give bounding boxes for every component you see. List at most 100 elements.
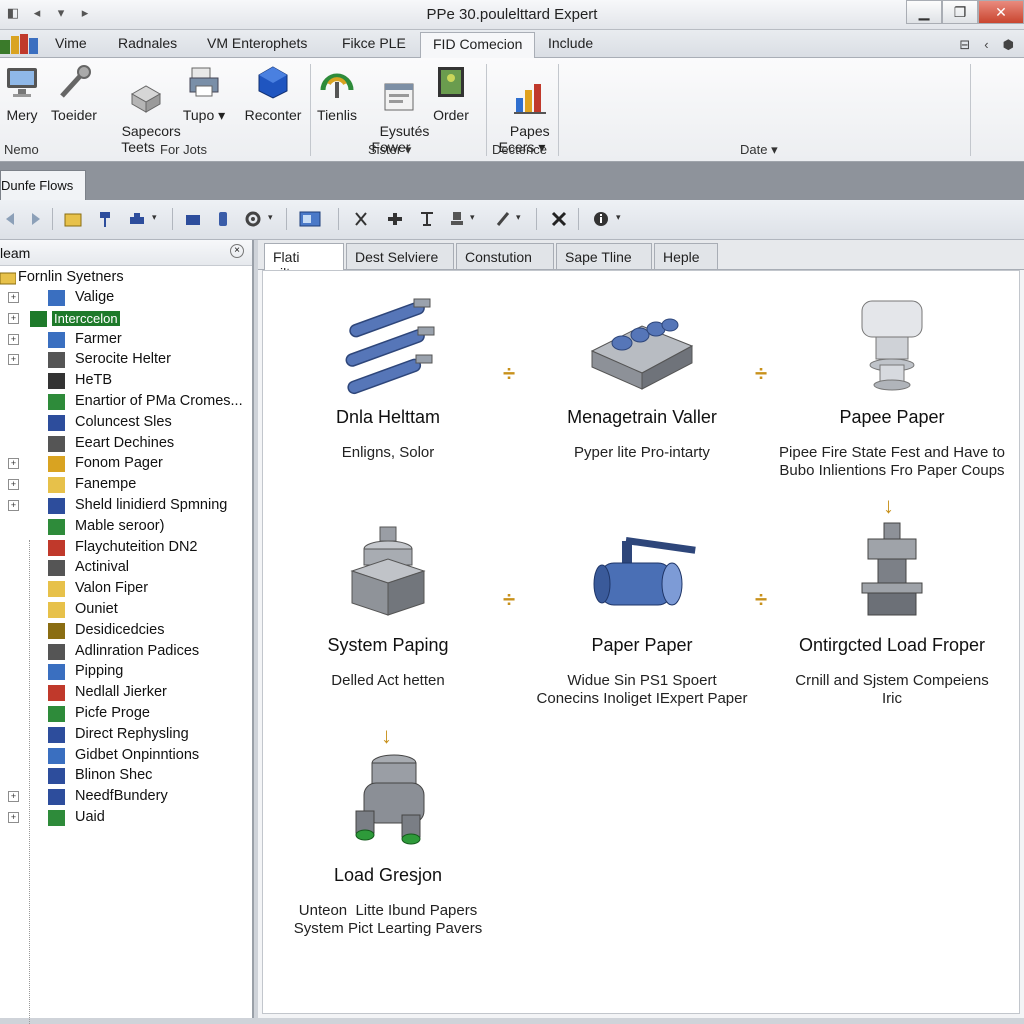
ribbon-button-toeider[interactable]: Toeider [45,64,103,123]
expand-icon[interactable]: + [8,791,19,803]
tree-item[interactable]: + Uaid [0,808,254,828]
ribbon-button-tienlis[interactable]: Tienlis [312,64,362,123]
gear-icon[interactable] [244,210,262,228]
tab-dest-selviere[interactable]: Dest Selviere [346,243,454,270]
component-card[interactable]: Paper Paper Widue Sin PS1 Spoert Conecin… [517,519,767,708]
tree-item[interactable]: Coluncest Sles [0,413,254,433]
fitting-icon [355,754,425,845]
tree-item[interactable]: Adlinration Padices [0,642,254,662]
expand-icon[interactable]: + [8,479,19,491]
ribbon-tab-fid-comecion[interactable]: FID Comecion [420,32,536,59]
motor-icon [350,526,426,616]
tree-item[interactable]: + Fonom Pager [0,454,254,474]
dropdown-icon[interactable]: ▾ [616,212,621,223]
tab-sape-tline[interactable]: Sape Tline [556,243,652,270]
component-card[interactable]: Dnla Helttam Enligns, Solor [263,291,513,462]
component-card[interactable]: Ontirgcted Load Froper Crnill and Sjstem… [767,519,1017,708]
ribbon-separator [970,64,971,156]
tree-item[interactable]: Nedlall Jierker [0,683,254,703]
component-card[interactable]: Load Gresjon Unteon Litte Ibund Papers S… [263,749,513,938]
expand-icon[interactable]: + [8,312,19,324]
cut-icon[interactable] [386,210,404,228]
expand-icon[interactable]: + [8,333,19,345]
ribbon-expand-icon[interactable]: ‹ [984,37,988,53]
dropdown-icon[interactable]: ▾ [516,212,521,223]
tree-item[interactable]: Valon Fiper [0,579,254,599]
app-menu-icon[interactable] [0,32,40,56]
tree-item[interactable]: + NeedfBundery [0,787,254,807]
expand-icon[interactable]: + [8,500,19,511]
ribbon-button-tupo[interactable]: Tupo ▾ [176,64,232,123]
folder-icon[interactable] [64,210,82,228]
folder-icon [0,272,16,285]
tree-item[interactable]: Eeart Dechines [0,434,254,454]
delete-icon[interactable] [550,210,568,228]
tree-item[interactable]: Ouniet [0,600,254,620]
tree-item[interactable]: HeTB [0,371,254,391]
tree-item[interactable]: Direct Rephysling [0,725,254,745]
ribbon-tab-radnales[interactable]: Radnales [118,35,177,51]
close-icon[interactable]: × [230,244,244,258]
pipe-icon[interactable] [128,210,146,228]
dropdown-icon[interactable]: ▾ [268,212,273,223]
scissors-icon[interactable] [352,210,370,228]
expand-icon[interactable]: + [8,292,19,303]
tree-item-icon [48,581,65,598]
expand-icon[interactable]: + [8,812,19,823]
text-icon[interactable] [418,210,436,228]
tab-constution[interactable]: Constution [456,243,554,270]
component-card[interactable]: Papee Paper Pipee Fire State Fest and Ha… [767,291,1017,480]
ribbon-button-order[interactable]: Order [426,64,476,123]
tree-item[interactable]: Blinon Shec [0,766,254,786]
dropdown-icon[interactable]: ▾ [470,212,475,223]
tree-item[interactable]: Picfe Proge [0,704,254,724]
tree-item-label: Fonom Pager [75,455,163,472]
tree-item[interactable]: Desidicedcies [0,621,254,641]
tab-heple[interactable]: Heple [654,243,718,270]
tree-item-icon [48,352,65,369]
window-title: PPe 30.poulelttard Expert [426,6,598,23]
tree-item[interactable]: + Valige [0,288,254,308]
ribbon-button-mery[interactable]: Mery [2,64,42,123]
pin-icon[interactable] [96,210,114,228]
tree-item[interactable]: + Serocite Helter [0,350,254,370]
expand-icon[interactable]: + [8,458,19,470]
close-button[interactable]: ✕ [978,0,1024,24]
document-tab[interactable]: Dunfe Flows [0,170,86,200]
tree-item[interactable]: Pipping [0,662,254,682]
dropdown-icon[interactable]: ▾ [152,212,157,223]
component-card[interactable]: System Paping Delled Act hetten [263,519,513,690]
expand-icon[interactable]: + [8,354,19,366]
tree-item-icon [48,331,65,348]
maximize-button[interactable]: ❐ [942,0,978,24]
tree-root[interactable]: Fornlin Syetners [0,268,254,288]
back-forward-icon[interactable] [4,210,42,228]
tree-item[interactable]: Enartior of PMa Cromes... [0,392,254,412]
tab-flati-silten[interactable]: Flati silten [264,243,344,281]
minimize-button[interactable]: ▁ [906,0,942,24]
ribbon-tab-include[interactable]: Include [548,35,593,51]
ribbon-minimize-icon[interactable]: ⊟ [959,37,970,53]
tree-item[interactable]: + Fanempe [0,475,254,495]
tree-item[interactable]: + Interccelon [0,309,254,329]
ribbon-button-reconter[interactable]: Reconter [240,64,306,123]
ribbon-tab-fikce-ple[interactable]: Fikce PLE [342,35,406,51]
tree-item[interactable]: Mable seroor) [0,517,254,537]
ribbon-tab-vm-enterophets[interactable]: VM Enterophets [207,35,307,51]
pen-icon[interactable] [494,210,512,228]
tank-icon[interactable] [214,210,232,228]
tree-item[interactable]: + Farmer [0,330,254,350]
component-card[interactable]: Menagetrain Valler Pyper lite Pro-intart… [517,291,767,462]
layout-icon[interactable] [298,210,322,228]
info-icon[interactable] [592,210,610,228]
tree-item[interactable]: + Sheld linidierd Spmning [0,496,254,516]
tree-item-label: Flaychuteition DN2 [75,538,198,555]
document-tab-bar: Dunfe Flows [0,162,1024,200]
stamp-icon[interactable] [448,210,466,228]
tree-item[interactable]: Gidbet Onpinntions [0,746,254,766]
help-icon[interactable]: ⬢ [1003,37,1014,53]
camera-icon[interactable] [184,210,202,228]
tree-item[interactable]: Actinival [0,558,254,578]
ribbon-tab-vime[interactable]: Vime [55,35,87,51]
tree-item[interactable]: Flaychuteition DN2 [0,538,254,558]
